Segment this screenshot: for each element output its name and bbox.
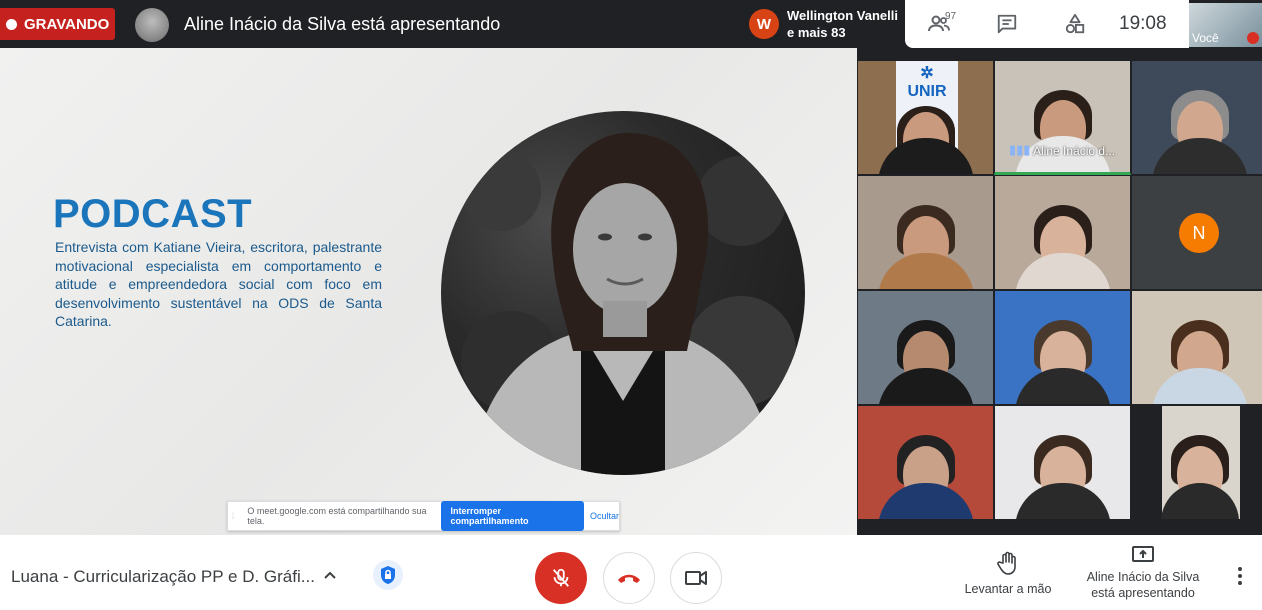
self-label: Você xyxy=(1192,31,1219,45)
bottom-bar: Luana - Curricularização PP e D. Gráfi..… xyxy=(0,535,1262,610)
presenting-title: Aline Inácio da Silva está apresentando xyxy=(184,14,501,34)
meeting-title[interactable]: Luana - Curricularização PP e D. Gráfi..… xyxy=(11,567,315,587)
raise-hand-icon xyxy=(997,551,1016,575)
participant-name: Aline Inácio d... xyxy=(1033,144,1116,158)
participant-tile[interactable] xyxy=(994,290,1131,405)
hang-up-icon xyxy=(618,574,640,583)
activities-icon xyxy=(1065,13,1085,34)
people-button[interactable]: 97 xyxy=(905,0,973,48)
muted-mic-icon xyxy=(1247,32,1259,44)
speaker-name: Wellington Vanelli xyxy=(787,8,898,23)
participant-tile[interactable] xyxy=(857,175,994,290)
shared-screen: PODCAST Entrevista com Katiane Vieira, e… xyxy=(0,48,857,535)
mic-off-icon xyxy=(552,568,570,587)
recording-badge: GRAVANDO xyxy=(0,8,115,40)
screen-share-notice: ⦙ O meet.google.com está compartilhando … xyxy=(227,501,620,531)
participant-tile[interactable] xyxy=(1131,290,1262,405)
presentation-status-button[interactable]: Aline Inácio da Silva está apresentando xyxy=(1080,545,1206,601)
top-bar: GRAVANDO Aline Inácio da Silva está apre… xyxy=(0,0,1262,48)
chat-button[interactable] xyxy=(973,0,1041,48)
shield-lock-icon xyxy=(381,566,395,584)
participant-tile-active[interactable]: ▮▮▮ Aline Inácio d... xyxy=(994,60,1131,175)
participant-tile[interactable] xyxy=(1131,405,1262,520)
speaker-text: Wellington Vanelli e mais 83 xyxy=(787,7,898,41)
video-camera-icon xyxy=(685,571,707,585)
camera-toggle-button[interactable] xyxy=(670,552,722,604)
participant-grid: ✲ UNIR ▮▮▮ Aline Inácio d... N xyxy=(857,60,1262,535)
participant-tile[interactable]: ✲ UNIR xyxy=(857,60,994,175)
present-screen-icon xyxy=(1132,546,1154,562)
record-dot-icon xyxy=(6,18,17,30)
speaker-others: e mais 83 xyxy=(787,25,846,40)
participant-tile[interactable] xyxy=(857,290,994,405)
host-controls-button[interactable] xyxy=(373,560,403,590)
top-controls: 97 19:08 xyxy=(905,0,1189,48)
share-notice-text: O meet.google.com está compartilhando su… xyxy=(247,506,427,526)
more-options-button[interactable] xyxy=(1232,565,1248,587)
clock: 19:08 xyxy=(1119,13,1167,34)
raise-hand-label: Levantar a mão xyxy=(964,582,1052,596)
guest-portrait-illustration xyxy=(461,132,796,475)
participants-count: 97 xyxy=(945,11,957,22)
presenting-line2: está apresentando xyxy=(1091,586,1195,600)
drag-handle-icon[interactable]: ⦙ xyxy=(232,511,241,522)
chat-icon xyxy=(997,14,1017,34)
active-speaker-chip[interactable]: W Wellington Vanelli e mais 83 xyxy=(745,4,905,44)
participant-tile-camera-off[interactable]: N xyxy=(1131,175,1262,290)
self-view-tile[interactable]: Você xyxy=(1189,3,1262,47)
participant-tile[interactable] xyxy=(1131,60,1262,175)
presenter-avatar xyxy=(135,8,169,42)
slide-title: PODCAST xyxy=(53,192,253,236)
participant-tile[interactable] xyxy=(994,405,1131,520)
participant-tile[interactable] xyxy=(857,405,994,520)
presenting-line1: Aline Inácio da Silva xyxy=(1086,570,1200,584)
chevron-up-icon xyxy=(324,571,336,579)
activities-button[interactable] xyxy=(1041,0,1109,48)
meeting-details-button[interactable] xyxy=(320,565,340,585)
leave-call-button[interactable] xyxy=(603,552,655,604)
slide-description: Entrevista com Katiane Vieira, escritora… xyxy=(55,239,382,329)
stop-sharing-button[interactable]: Interromper compartilhamento xyxy=(440,501,584,531)
participant-tile[interactable] xyxy=(994,175,1131,290)
recording-label: GRAVANDO xyxy=(24,15,110,33)
hide-notice-link[interactable]: Ocultar xyxy=(590,511,619,521)
raise-hand-button[interactable]: Levantar a mão xyxy=(958,551,1058,596)
more-vertical-icon xyxy=(1238,567,1242,585)
microphone-toggle-button[interactable] xyxy=(535,552,587,604)
speaking-indicator-icon: ▮▮▮ xyxy=(1009,142,1031,157)
speaker-avatar: W xyxy=(749,9,779,39)
participant-avatar: N xyxy=(1179,213,1219,253)
guest-photo xyxy=(441,111,805,475)
